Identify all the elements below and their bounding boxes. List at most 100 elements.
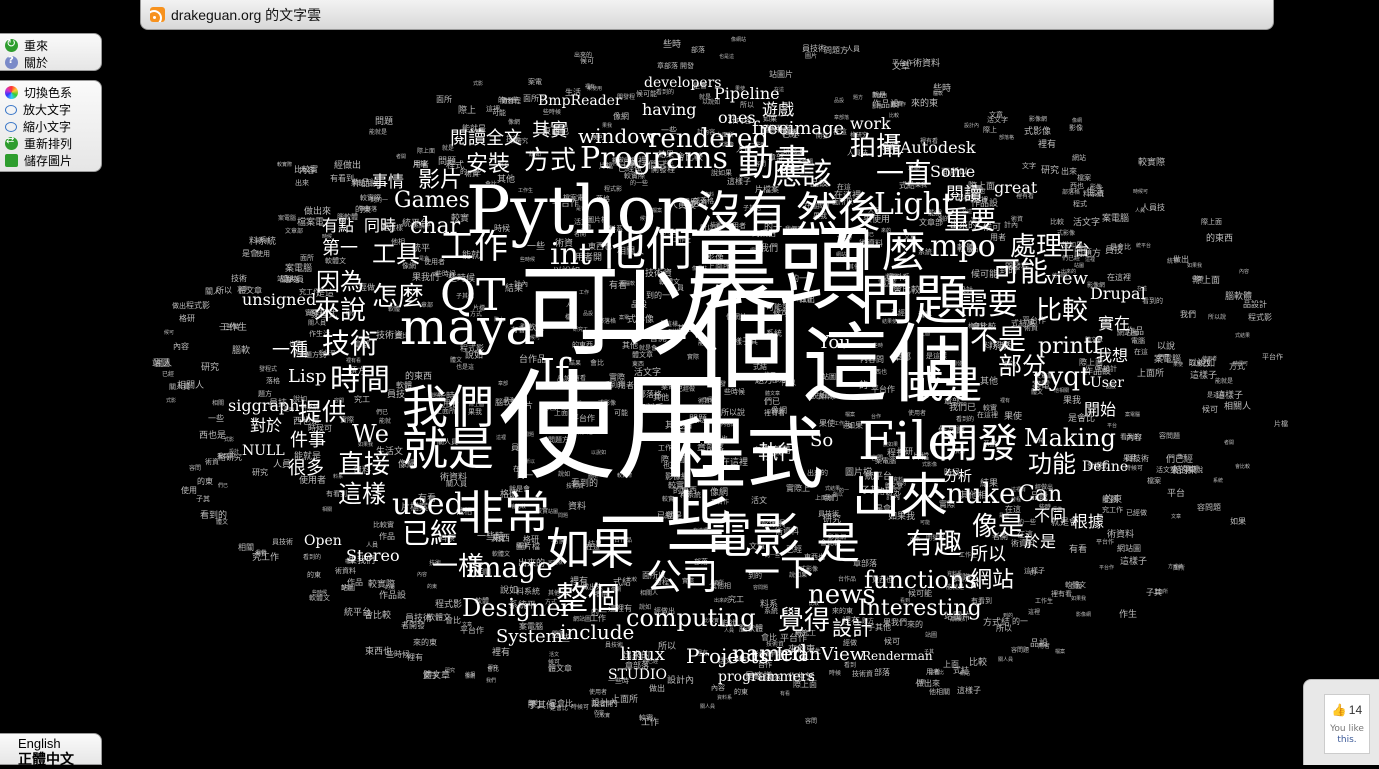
- cloud-word[interactable]: 有點: [322, 218, 354, 234]
- cloud-word[interactable]: 來說: [314, 298, 366, 324]
- cloud-word[interactable]: 這樣: [338, 482, 386, 506]
- cloud-word[interactable]: Games: [394, 190, 470, 212]
- cloud-word[interactable]: 執行: [758, 442, 798, 462]
- cloud-word[interactable]: System: [496, 628, 563, 646]
- cloud-word[interactable]: 根據: [1072, 514, 1104, 530]
- rss-icon[interactable]: [150, 7, 165, 22]
- cloud-word[interactable]: used: [392, 490, 464, 520]
- cloud-word[interactable]: STUDIO: [608, 668, 667, 682]
- cloud-word[interactable]: 很多: [288, 460, 324, 478]
- cloud-word[interactable]: Stereo: [346, 548, 400, 564]
- cloud-word[interactable]: So: [810, 432, 833, 450]
- cloud-word[interactable]: 問題: [860, 274, 968, 328]
- cloud-word[interactable]: 覺得: [778, 608, 830, 634]
- cloud-word[interactable]: Lisp: [288, 368, 326, 386]
- cloud-word[interactable]: 一樣: [432, 554, 484, 580]
- about-button[interactable]: 關於: [5, 54, 101, 71]
- cloud-word[interactable]: Autodesk: [900, 140, 976, 156]
- cloud-word[interactable]: 因為: [316, 270, 364, 294]
- cloud-word[interactable]: 方式: [524, 148, 576, 174]
- language-chinese-link[interactable]: 正體中文: [18, 749, 101, 769]
- cloud-word[interactable]: 比較: [1036, 298, 1088, 324]
- save-image-button[interactable]: 儲存圖片: [5, 152, 101, 169]
- cloud-word[interactable]: 什麼: [838, 230, 926, 274]
- cloud-word[interactable]: Designer: [462, 596, 572, 620]
- cloud-word[interactable]: 程式: [668, 416, 824, 494]
- cloud-word[interactable]: Interesting: [858, 598, 982, 620]
- cloud-word[interactable]: work: [850, 116, 891, 132]
- cloud-word[interactable]: 遊戲: [762, 102, 794, 118]
- cloud-word[interactable]: Open: [304, 534, 342, 548]
- cloud-word[interactable]: 一種: [272, 342, 308, 360]
- cloud-word[interactable]: 開始: [1084, 402, 1116, 418]
- enlarge-text-button[interactable]: 放大文字: [5, 101, 101, 118]
- cloud-word[interactable]: unsigned: [242, 292, 316, 308]
- cloud-word[interactable]: 影片: [418, 170, 462, 192]
- cloud-word[interactable]: We: [352, 422, 389, 446]
- cloud-word[interactable]: int: [550, 240, 591, 270]
- cloud-word[interactable]: Drupal: [1090, 286, 1146, 302]
- cloud-word[interactable]: computing: [626, 606, 756, 630]
- cloud-word[interactable]: 同時: [364, 218, 396, 234]
- cloud-word[interactable]: great: [994, 180, 1037, 196]
- cloud-word[interactable]: Projects: [686, 646, 769, 666]
- cloud-word[interactable]: 所以: [970, 546, 1006, 564]
- cloud-word[interactable]: 事情: [372, 174, 404, 190]
- cloud-word[interactable]: 安裝: [466, 154, 510, 176]
- cloud-word[interactable]: 不是: [970, 326, 1026, 354]
- cloud-word[interactable]: 非常: [458, 490, 550, 536]
- cloud-word[interactable]: 分析: [944, 470, 972, 484]
- cloud-word[interactable]: 直接: [338, 452, 390, 478]
- cloud-word[interactable]: 像是: [972, 514, 1024, 540]
- cloud-word[interactable]: 有趣: [906, 530, 962, 558]
- cloud-word[interactable]: 應該: [772, 160, 832, 190]
- cloud-word[interactable]: 第一: [322, 240, 358, 258]
- rearrange-button[interactable]: 重新排列: [5, 135, 101, 152]
- cloud-word[interactable]: Making: [1024, 426, 1116, 450]
- cloud-word[interactable]: 重要: [944, 208, 996, 234]
- cloud-word[interactable]: char: [410, 216, 460, 238]
- cloud-word[interactable]: include: [560, 622, 634, 642]
- cloud-word[interactable]: 時間: [330, 366, 390, 396]
- cloud-word[interactable]: 不同: [1034, 508, 1066, 524]
- cloud-word[interactable]: 如果: [546, 528, 634, 572]
- cloud-word[interactable]: 對於: [250, 418, 282, 434]
- cloud-word[interactable]: 網站: [970, 570, 1014, 592]
- cloud-word[interactable]: NULL: [242, 444, 285, 458]
- cloud-word[interactable]: linux: [620, 646, 665, 664]
- cloud-word[interactable]: window: [578, 126, 656, 146]
- cloud-word[interactable]: printf: [1038, 336, 1101, 358]
- cloud-word[interactable]: news: [808, 582, 876, 608]
- cloud-word[interactable]: 已經: [402, 520, 458, 548]
- cloud-word[interactable]: 就是: [402, 426, 494, 472]
- cloud-word[interactable]: 出來: [852, 472, 948, 520]
- cloud-word[interactable]: functions: [864, 568, 977, 592]
- cloud-word[interactable]: programmers: [718, 670, 815, 684]
- cloud-word[interactable]: Light: [874, 190, 954, 220]
- toggle-color-scheme-button[interactable]: 切換色系: [5, 84, 101, 101]
- cloud-word[interactable]: 功能: [1028, 452, 1076, 476]
- cloud-word[interactable]: 閱讀: [946, 186, 982, 204]
- cloud-word[interactable]: 需要: [958, 290, 1018, 320]
- cloud-word[interactable]: You: [818, 334, 851, 352]
- cloud-word[interactable]: ones: [718, 110, 756, 126]
- cloud-word[interactable]: view: [1046, 270, 1088, 288]
- cloud-word[interactable]: having: [642, 102, 697, 118]
- cloud-word[interactable]: QT: [440, 274, 505, 318]
- cloud-word[interactable]: 提供: [298, 400, 346, 424]
- cloud-word[interactable]: rendered: [648, 126, 769, 152]
- cloud-word[interactable]: 一直: [876, 160, 932, 188]
- cloud-word[interactable]: Can: [1018, 484, 1062, 506]
- cloud-word[interactable]: Renderman: [862, 650, 933, 662]
- cloud-word[interactable]: 他們: [600, 226, 692, 272]
- cloud-word[interactable]: User: [1090, 376, 1124, 390]
- like-button[interactable]: 👍 14: [1325, 702, 1369, 718]
- cloud-word[interactable]: 部分: [998, 354, 1046, 378]
- cloud-word[interactable]: 工具: [372, 242, 420, 266]
- cloud-word[interactable]: 其實: [532, 122, 568, 140]
- cloud-word[interactable]: 平台: [1058, 242, 1090, 258]
- cloud-word[interactable]: 沒有: [696, 190, 788, 236]
- reload-button[interactable]: 重來: [5, 36, 101, 54]
- cloud-word[interactable]: developers: [644, 76, 721, 90]
- cloud-word[interactable]: 或是: [906, 366, 982, 404]
